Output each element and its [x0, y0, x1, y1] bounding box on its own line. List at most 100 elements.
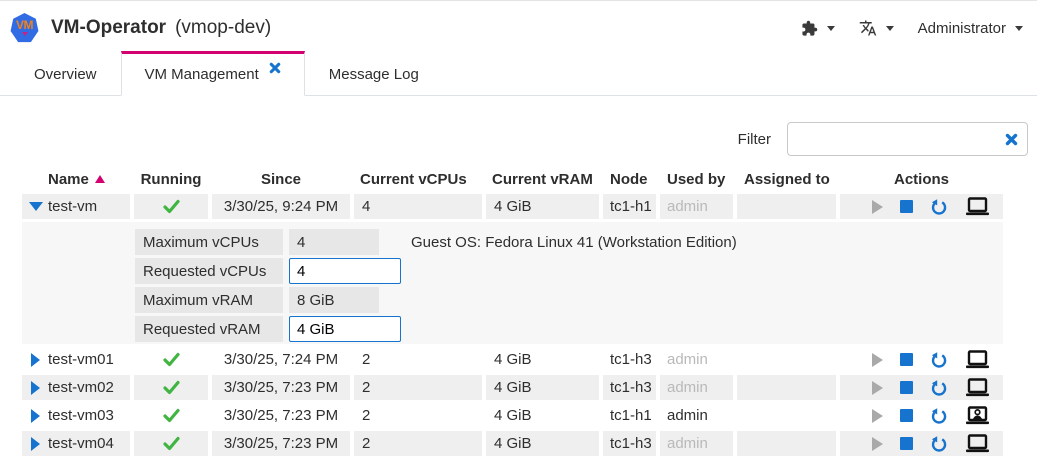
column-header-current-vram[interactable]: Current vRAM	[486, 166, 599, 192]
column-header-actions: Actions	[840, 166, 1003, 192]
used-by-cell: admin	[660, 347, 733, 372]
header-menus: Administrator	[801, 19, 1023, 37]
stop-vm-icon[interactable]	[900, 353, 913, 366]
vm-name: test-vm	[48, 198, 97, 215]
vm-detail-panel: Maximum vCPUs 4 Requested vCPUs Maximum …	[22, 222, 1003, 344]
column-header-node[interactable]: Node	[603, 166, 656, 192]
requested-vcpus-label: Requested vCPUs	[135, 258, 283, 284]
expand-row-icon[interactable]	[27, 409, 44, 423]
table-row: test-vm02 3/30/25, 7:23 PM 2 4 GiB tc1-h…	[22, 375, 1003, 400]
table-row: test-vm03 3/30/25, 7:23 PM 2 4 GiB tc1-h…	[22, 403, 1003, 428]
used-by-cell: admin	[660, 403, 733, 428]
current-vram-cell: 4 GiB	[486, 431, 599, 456]
filter-label: Filter	[738, 131, 771, 148]
node-cell: tc1-h3	[603, 431, 656, 456]
user-menu-button[interactable]: Administrator	[918, 20, 1023, 37]
stop-vm-icon[interactable]	[900, 200, 913, 213]
running-status	[134, 431, 208, 456]
current-vram-cell: 4 GiB	[486, 194, 599, 219]
vm-name: test-vm03	[48, 407, 114, 424]
node-cell: tc1-h3	[603, 347, 656, 372]
current-vcpus-cell: 2	[354, 431, 482, 456]
stop-vm-icon[interactable]	[900, 381, 913, 394]
open-console-icon[interactable]	[965, 378, 990, 397]
assigned-to-cell	[737, 194, 836, 219]
current-vcpus-cell: 4	[354, 194, 482, 219]
assigned-to-cell	[737, 375, 836, 400]
table-row: test-vm 3/30/25, 9:24 PM 4 4 GiB tc1-h1 …	[22, 194, 1003, 219]
chevron-down-icon	[886, 26, 894, 31]
tab-overview[interactable]: Overview	[10, 51, 121, 95]
used-by-cell: admin	[660, 194, 733, 219]
expand-row-icon[interactable]	[27, 437, 44, 451]
since-cell: 3/30/25, 7:23 PM	[212, 403, 350, 428]
expand-row-icon[interactable]	[27, 353, 44, 367]
reset-vm-icon[interactable]	[930, 198, 948, 216]
app-header: VM VM-Operator (vmop-dev) Administrator	[0, 1, 1037, 51]
used-by-cell: admin	[660, 431, 733, 456]
reset-vm-icon[interactable]	[930, 351, 948, 369]
start-vm-icon[interactable]	[872, 381, 883, 395]
running-check-icon	[163, 408, 180, 423]
column-header-running[interactable]: Running	[134, 166, 208, 192]
tab-close-icon[interactable]	[269, 62, 281, 74]
current-vram-cell: 4 GiB	[486, 403, 599, 428]
app-logo-icon: VM	[10, 13, 39, 43]
filter-input[interactable]	[788, 123, 1005, 155]
current-vcpus-cell: 2	[354, 375, 482, 400]
language-menu-button[interactable]	[859, 19, 894, 37]
collapse-row-icon[interactable]	[27, 202, 44, 211]
start-vm-icon[interactable]	[872, 353, 883, 367]
node-cell: tc1-h1	[603, 194, 656, 219]
table-header-row: Name Running Since Current vCPUs Current…	[22, 166, 1003, 192]
running-check-icon	[163, 199, 180, 214]
column-header-assigned-to[interactable]: Assigned to	[737, 166, 836, 192]
open-console-icon[interactable]	[965, 350, 990, 369]
expand-row-icon[interactable]	[27, 381, 44, 395]
column-header-since[interactable]: Since	[212, 166, 350, 192]
start-vm-icon[interactable]	[872, 409, 883, 423]
max-vcpus-value: 4	[289, 229, 379, 255]
open-console-icon[interactable]	[965, 197, 990, 216]
stop-vm-icon[interactable]	[900, 437, 913, 450]
column-header-current-vcpus[interactable]: Current vCPUs	[354, 166, 482, 192]
current-vram-cell: 4 GiB	[486, 375, 599, 400]
filter-field	[787, 122, 1028, 156]
column-header-name[interactable]: Name	[22, 166, 130, 192]
since-cell: 3/30/25, 7:24 PM	[212, 347, 350, 372]
sort-ascending-icon	[95, 175, 105, 183]
stop-vm-icon[interactable]	[900, 409, 913, 422]
requested-vram-input[interactable]	[289, 316, 401, 342]
column-header-used-by[interactable]: Used by	[660, 166, 733, 192]
reset-vm-icon[interactable]	[930, 435, 948, 453]
tab-vm-management[interactable]: VM Management	[121, 51, 305, 96]
logo-arrow-icon	[22, 32, 28, 36]
reset-vm-icon[interactable]	[930, 407, 948, 425]
assigned-to-cell	[737, 431, 836, 456]
running-status	[134, 375, 208, 400]
tab-message-log[interactable]: Message Log	[305, 51, 443, 95]
assigned-to-cell	[737, 403, 836, 428]
plugins-menu-button[interactable]	[801, 20, 835, 37]
used-by-cell: admin	[660, 375, 733, 400]
requested-vcpus-input[interactable]	[289, 258, 401, 284]
reset-vm-icon[interactable]	[930, 379, 948, 397]
max-vcpus-label: Maximum vCPUs	[135, 229, 283, 255]
vm-table: Name Running Since Current vCPUs Current…	[22, 166, 1003, 456]
current-vram-cell: 4 GiB	[486, 347, 599, 372]
open-console-icon[interactable]	[965, 434, 990, 453]
requested-vram-label: Requested vRAM	[135, 316, 283, 342]
current-vcpus-cell: 2	[354, 403, 482, 428]
tab-bar: Overview VM Management Message Log	[0, 51, 1037, 96]
filter-row: Filter	[0, 122, 1028, 156]
start-vm-icon[interactable]	[872, 437, 883, 451]
start-vm-icon[interactable]	[872, 200, 883, 214]
console-in-use-icon[interactable]	[965, 406, 990, 425]
running-check-icon	[163, 380, 180, 395]
filter-clear-icon[interactable]	[1005, 133, 1018, 146]
puzzle-piece-icon	[801, 20, 818, 37]
logo-text: VM	[16, 20, 33, 31]
app-title: VM-Operator	[51, 17, 166, 39]
table-row: test-vm04 3/30/25, 7:23 PM 2 4 GiB tc1-h…	[22, 431, 1003, 456]
tab-label: Overview	[34, 66, 97, 83]
